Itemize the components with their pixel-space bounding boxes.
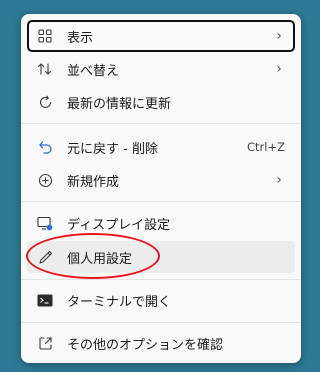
menu-item-label: 並べ替え bbox=[67, 63, 120, 79]
menu-separator bbox=[21, 123, 301, 124]
shortcut-text: Ctrl+Z bbox=[247, 140, 285, 154]
undo-icon bbox=[37, 139, 53, 155]
menu-item-label: 元に戻す - 削除 bbox=[67, 141, 158, 157]
menu-separator bbox=[21, 322, 301, 323]
terminal-icon bbox=[37, 292, 53, 308]
menu-item-label: ディスプレイ設定 bbox=[67, 217, 171, 233]
menu-item-sort[interactable]: 並べ替え › bbox=[27, 53, 295, 85]
desktop-context-menu: 表示 › 並べ替え › 最新の情報に更新 元に戻す - 削除 Ctrl+Z 新規… bbox=[21, 14, 301, 363]
chevron-right-icon: › bbox=[276, 61, 282, 77]
menu-separator bbox=[21, 279, 301, 280]
more-options-icon bbox=[37, 335, 53, 351]
view-grid-icon bbox=[37, 28, 53, 44]
menu-item-label: 表示 bbox=[67, 30, 94, 46]
red-highlight-ellipse bbox=[26, 233, 160, 279]
menu-separator bbox=[21, 201, 301, 202]
chevron-right-icon: › bbox=[276, 28, 282, 44]
refresh-icon bbox=[37, 94, 53, 110]
menu-item-label: その他のオプションを確認 bbox=[67, 337, 224, 353]
chevron-right-icon: › bbox=[276, 172, 282, 188]
menu-item-refresh[interactable]: 最新の情報に更新 bbox=[27, 86, 295, 118]
menu-item-open-terminal[interactable]: ターミナルで開く bbox=[27, 284, 295, 316]
menu-item-more-options[interactable]: その他のオプションを確認 bbox=[27, 327, 295, 359]
menu-item-label: ターミナルで開く bbox=[67, 294, 172, 310]
sort-icon bbox=[37, 61, 53, 77]
menu-item-view[interactable]: 表示 › bbox=[27, 20, 295, 52]
menu-item-new[interactable]: 新規作成 › bbox=[27, 164, 295, 196]
menu-item-undo-delete[interactable]: 元に戻す - 削除 Ctrl+Z bbox=[27, 131, 295, 163]
new-plus-icon bbox=[37, 172, 53, 188]
display-settings-icon bbox=[37, 215, 53, 231]
menu-item-label: 新規作成 bbox=[67, 174, 120, 190]
menu-item-label: 最新の情報に更新 bbox=[67, 96, 172, 112]
